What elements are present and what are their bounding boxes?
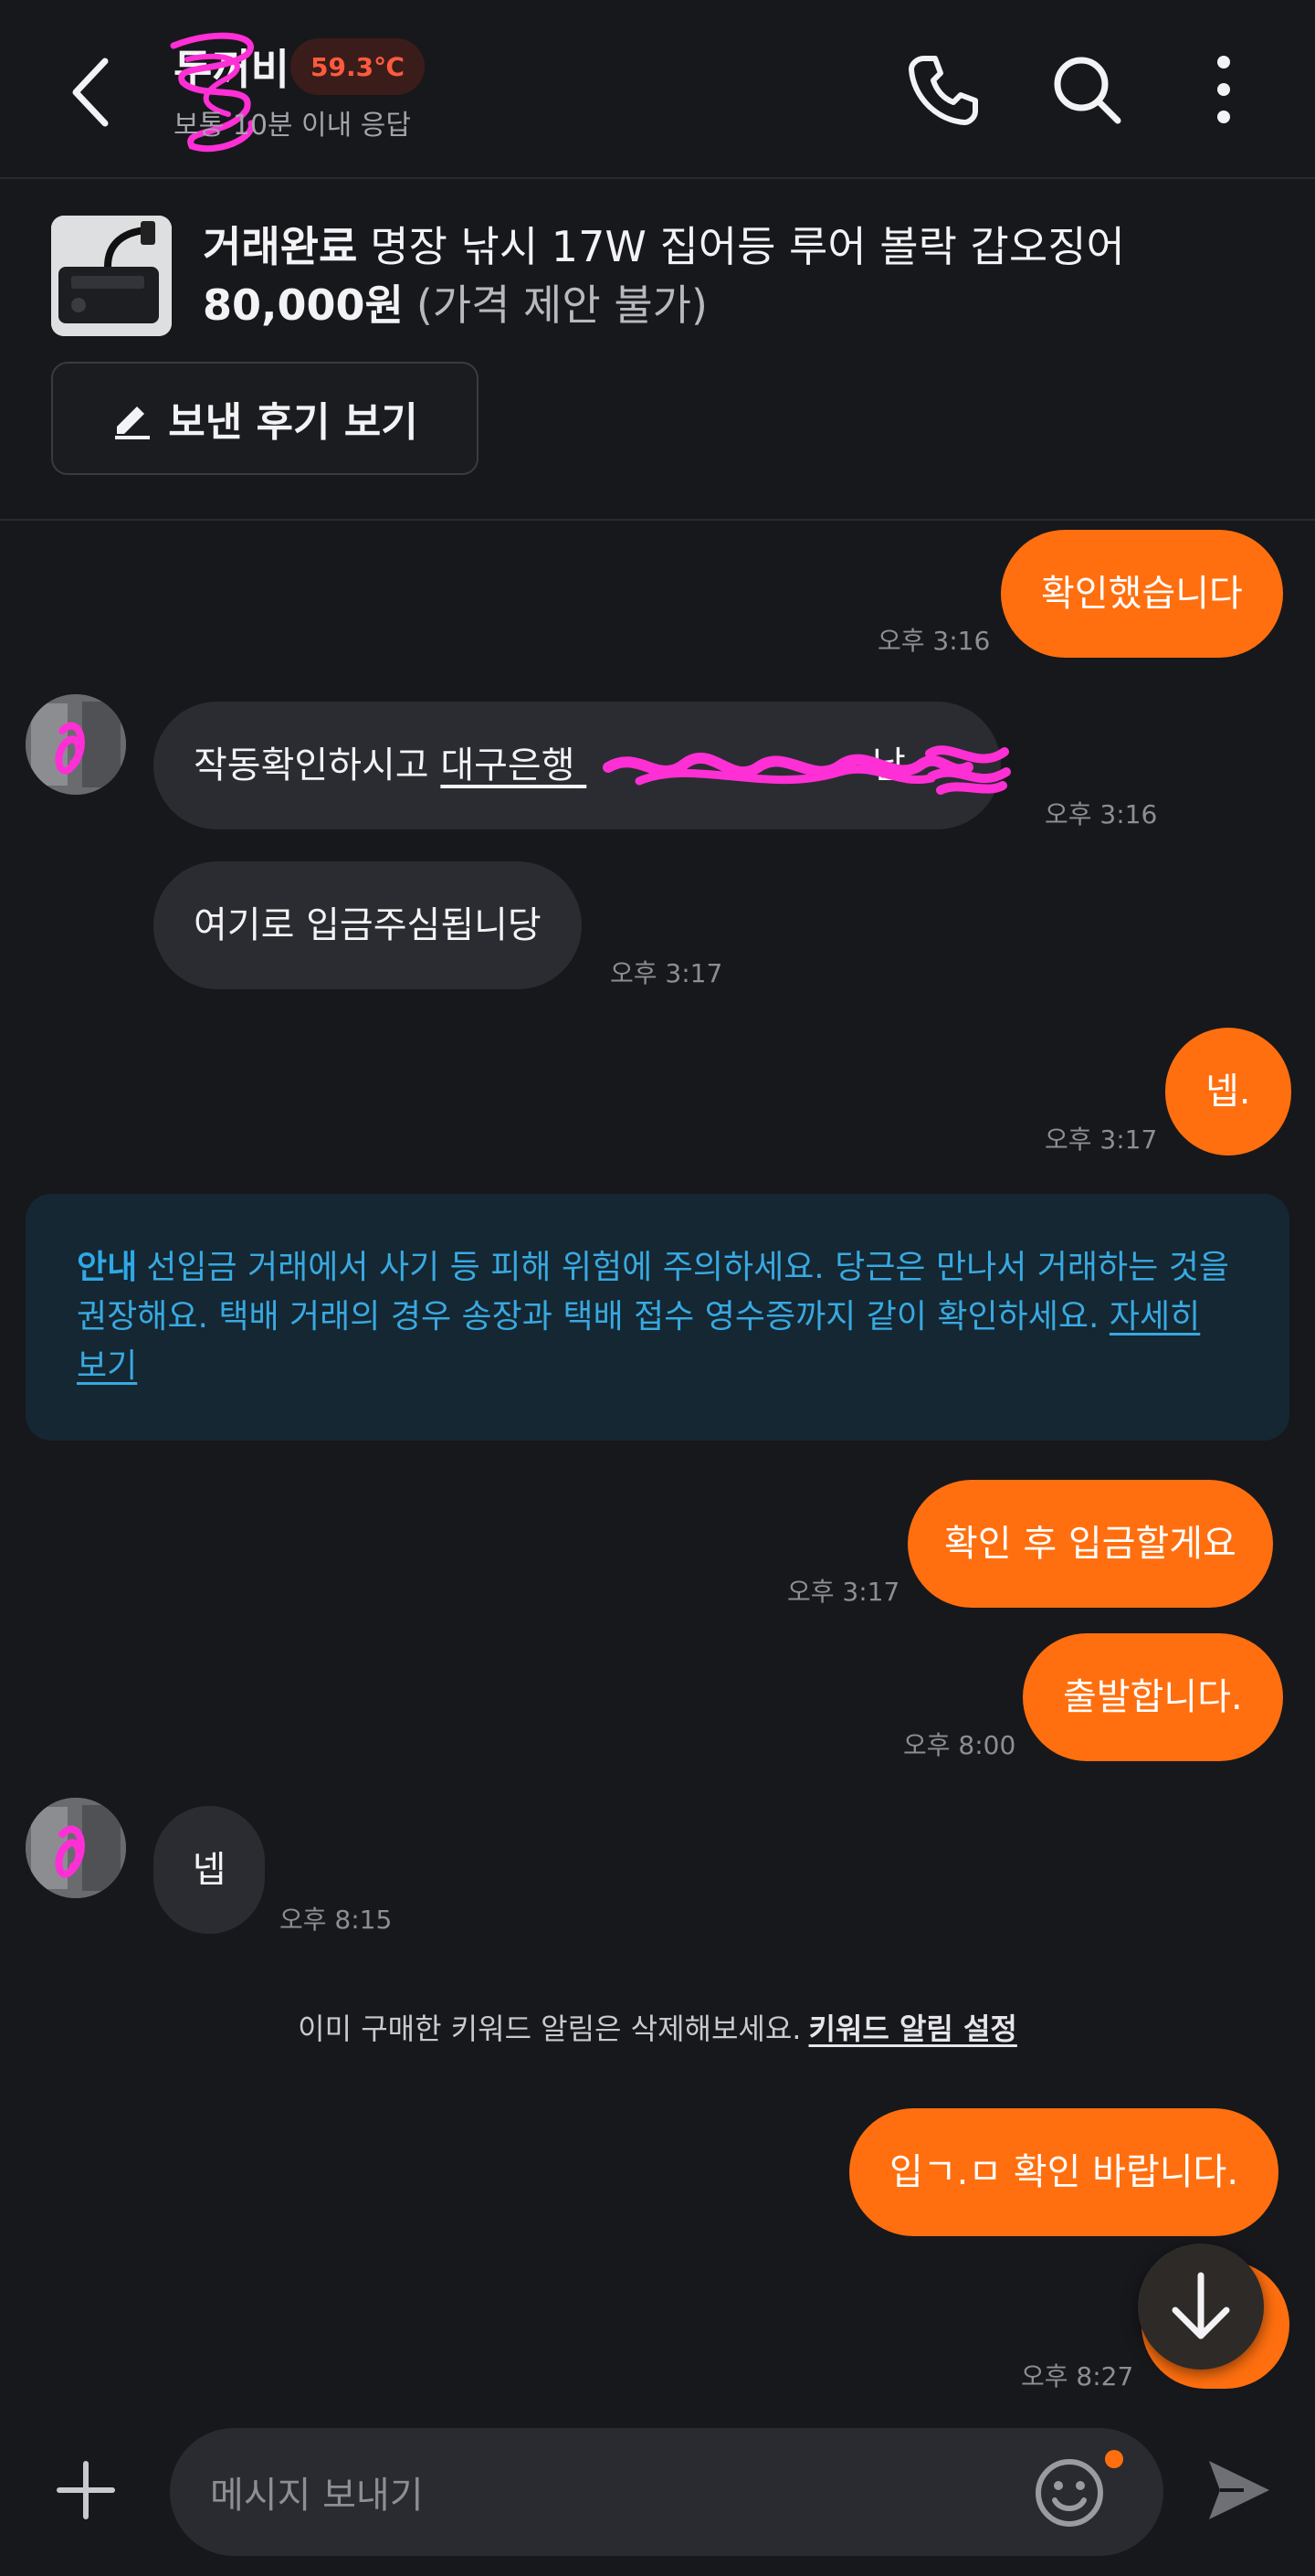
bank-name: 대구은행 <box>440 744 575 787</box>
pencil-icon <box>115 406 151 439</box>
safety-notice: 안내 선입금 거래에서 사기 등 피해 위험에 주의하세요. 당근은 만나서 거래… <box>26 1194 1289 1441</box>
message-input[interactable]: 메시지 보내기 <box>170 2428 1163 2556</box>
message-bubble-mine[interactable]: 넵. <box>1165 1028 1291 1156</box>
product-summary[interactable]: 거래완료 명장 낚시 17W 집어등 루어 볼락 갑오징어 80,000원 (가격 … <box>0 181 1315 521</box>
more-button[interactable] <box>1178 44 1269 135</box>
message-time: 오후 8:27 <box>1021 2361 1134 2391</box>
arrow-down-icon <box>1172 2272 1230 2339</box>
message-time: 오후 3:17 <box>610 958 723 988</box>
message-bubble-mine[interactable]: 출발합니다. <box>1023 1633 1283 1761</box>
attach-button[interactable] <box>44 2448 128 2532</box>
product-thumbnail[interactable] <box>51 216 172 336</box>
keyword-alert-settings-link[interactable]: 키워드 알림 설정 <box>808 2011 1016 2046</box>
message-time: 오후 3:16 <box>1045 799 1158 829</box>
product-price: 80,000원 <box>203 280 404 330</box>
message-bubble-peer[interactable]: 여기로 입금주심됩니당 <box>153 861 582 989</box>
manner-temperature-badge: 59.3℃ <box>290 38 425 95</box>
back-button[interactable] <box>55 42 128 143</box>
notice-text: 선입금 거래에서 사기 등 피해 위험에 주의하세요. 당근은 만나서 거래하는… <box>77 1249 1229 1336</box>
review-button-label: 보낸 후기 보기 <box>168 399 418 446</box>
avatar-image <box>26 1798 126 1898</box>
message-time: 오후 3:17 <box>787 1577 900 1607</box>
emoji-button[interactable] <box>1028 2452 1110 2534</box>
scroll-to-bottom-button[interactable] <box>1138 2243 1264 2370</box>
send-button[interactable] <box>1196 2448 1280 2532</box>
peer-avatar[interactable] <box>26 1798 126 1898</box>
product-price-row: 80,000원 (가격 제안 불가) <box>203 272 708 333</box>
price-note: (가격 제안 불가) <box>416 280 708 330</box>
system-message: 이미 구매한 키워드 알림은 삭제해보세요. 키워드 알림 설정 <box>0 2006 1315 2048</box>
message-bubble-peer[interactable]: 넵 <box>153 1806 265 1934</box>
back-arrow-icon <box>72 58 109 127</box>
search-icon <box>1054 57 1121 124</box>
send-icon <box>1209 2461 1269 2519</box>
product-title: 명장 낚시 17W 집어등 루어 볼락 갑오징어 <box>370 222 1125 271</box>
smile-icon <box>1036 2459 1103 2527</box>
message-input-placeholder: 메시지 보내기 <box>210 2475 424 2517</box>
message-time: 오후 8:00 <box>903 1730 1016 1760</box>
message-time: 오후 3:16 <box>878 626 991 656</box>
peer-avatar[interactable] <box>26 694 126 795</box>
more-vertical-icon <box>1217 56 1230 123</box>
new-indicator-dot <box>1105 2450 1123 2468</box>
message-time: 오후 8:15 <box>279 1905 393 1935</box>
search-button[interactable] <box>1041 44 1132 135</box>
avatar-image <box>26 694 126 795</box>
chat-header: 두꺼비 59.3℃ 보통 10분 이내 응답 <box>0 0 1315 179</box>
response-time: 보통 10분 이내 응답 <box>174 110 411 142</box>
phone-icon <box>909 56 978 125</box>
message-time: 오후 3:17 <box>1045 1124 1158 1155</box>
product-image <box>51 216 172 336</box>
trade-status: 거래완료 <box>203 222 358 271</box>
redaction-scribble <box>925 745 1011 795</box>
product-title-row: 거래완료 명장 낚시 17W 집어등 루어 볼락 갑오징어 <box>203 214 1125 274</box>
system-message-text: 이미 구매한 키워드 알림은 삭제해보세요. <box>298 2011 802 2046</box>
plus-icon <box>57 2461 115 2519</box>
view-sent-review-button[interactable]: 보낸 후기 보기 <box>51 362 479 475</box>
message-bubble-mine[interactable]: 확인했습니다 <box>1001 530 1283 658</box>
message-bubble-mine[interactable]: 입ㄱ.ㅁ 확인 바랍니다. <box>849 2108 1279 2236</box>
notice-label: 안내 <box>77 1249 138 1286</box>
message-text: 작동확인하시고 <box>194 744 441 787</box>
call-button[interactable] <box>899 44 990 135</box>
message-bubble-mine[interactable]: 확인 후 입금할게요 <box>908 1480 1273 1608</box>
